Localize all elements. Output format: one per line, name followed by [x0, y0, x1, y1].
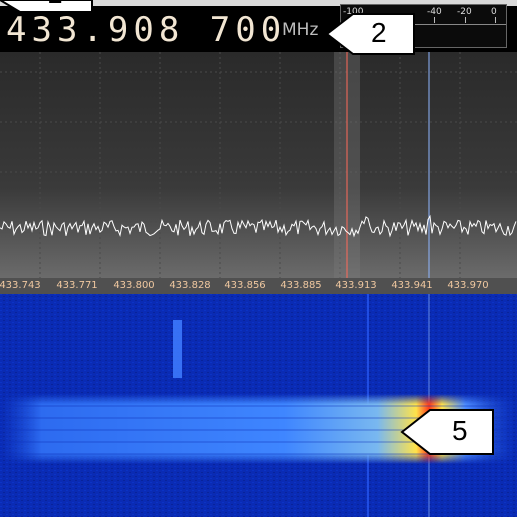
- callout-number: 5: [452, 415, 468, 446]
- callout-shape: [400, 409, 494, 455]
- spectrum-trace: [0, 214, 517, 238]
- meter-tick: [495, 17, 496, 23]
- frequency-display[interactable]: 433.908 700: [6, 10, 286, 50]
- axis-tick-label: 433.970: [447, 280, 489, 291]
- callout-5: 5: [400, 406, 496, 458]
- axis-tick-label: 433.743: [0, 280, 41, 291]
- axis-tick-label: 433.771: [56, 280, 98, 291]
- meter-tick: [465, 17, 466, 23]
- axis-tick-label: 433.885: [280, 280, 322, 291]
- axis-tick-label: 433.856: [224, 280, 266, 291]
- callout-2: 2: [325, 10, 417, 58]
- callout-number: 1: [47, 0, 63, 10]
- meter-label: 0: [491, 7, 497, 17]
- callout-number: 2: [371, 17, 387, 48]
- spectrum-grid: [0, 52, 517, 278]
- axis-tick-label: 433.941: [391, 280, 433, 291]
- axis-tick-label: 433.913: [335, 280, 377, 291]
- meter-label: -40: [427, 7, 442, 17]
- spectrum-plot[interactable]: [0, 52, 517, 278]
- spectrum-svg: [0, 52, 517, 278]
- burst-signal: [173, 320, 182, 378]
- meter-label: -20: [457, 7, 472, 17]
- meter-tick: [434, 17, 435, 23]
- axis-tick-label: 433.828: [169, 280, 211, 291]
- axis-tick-label: 433.800: [113, 280, 155, 291]
- callout-1: 1: [0, 0, 95, 14]
- frequency-unit: MHz: [282, 20, 319, 40]
